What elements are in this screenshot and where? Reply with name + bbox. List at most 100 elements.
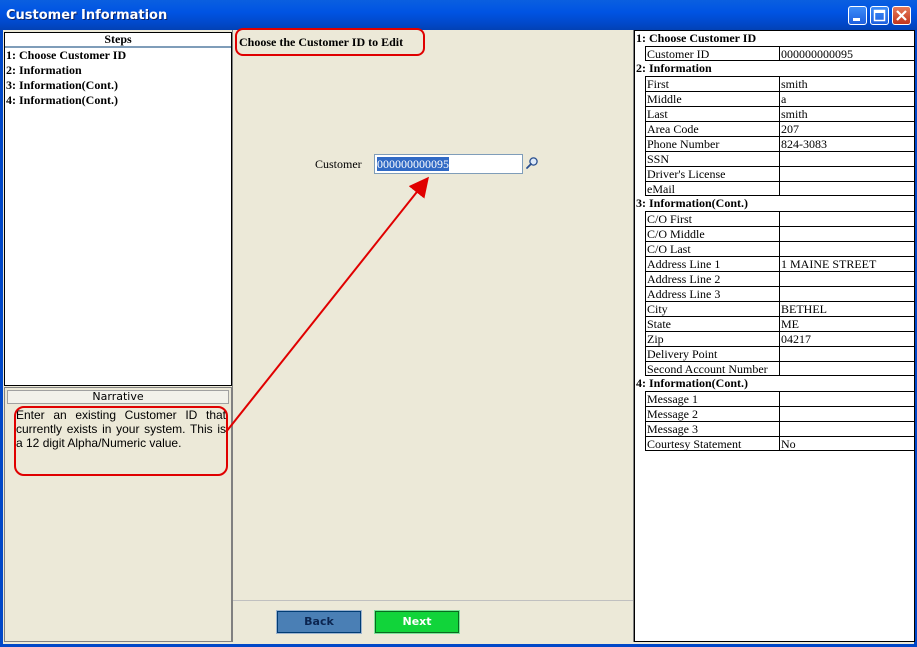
- window-titlebar: Customer Information: [0, 0, 917, 30]
- summary-row: Message 3: [645, 421, 915, 436]
- summary-value: BETHEL: [779, 301, 915, 316]
- summary-key: SSN: [645, 151, 779, 166]
- summary-row: First smith: [645, 76, 915, 91]
- summary-key: First: [645, 76, 779, 91]
- summary-value: [779, 181, 915, 196]
- summary-value: smith: [779, 106, 915, 121]
- summary-row: Address Line 11 MAINE STREET: [645, 256, 915, 271]
- summary-row: Driver's License: [645, 166, 915, 181]
- page-title: Choose the Customer ID to Edit: [239, 35, 404, 49]
- step-information-cont-1[interactable]: 3: Information(Cont.): [5, 78, 231, 93]
- close-icon[interactable]: [892, 6, 911, 25]
- summary-key: eMail: [645, 181, 779, 196]
- summary-row: City BETHEL: [645, 301, 915, 316]
- summary-row: SSN: [645, 151, 915, 166]
- summary-key: Phone Number: [645, 136, 779, 151]
- summary-value: a: [779, 91, 915, 106]
- step-information-cont-2[interactable]: 4: Information(Cont.): [5, 93, 231, 108]
- summary-key: Message 2: [645, 406, 779, 421]
- summary-row: Address Line 2: [645, 271, 915, 286]
- summary-value: [779, 211, 915, 226]
- summary-key: Message 1: [645, 391, 779, 406]
- button-bar: Back Next: [233, 600, 633, 643]
- summary-row: Second Account Number: [645, 361, 915, 376]
- summary-value: 824-3083: [779, 136, 915, 151]
- summary-value: [779, 361, 915, 376]
- summary-section-title: 1: Choose Customer ID: [636, 31, 757, 45]
- summary-value: [779, 151, 915, 166]
- summary-key: Area Code: [645, 121, 779, 136]
- summary-key: Address Line 2: [645, 271, 779, 286]
- summary-key: Second Account Number: [645, 361, 779, 376]
- narrative-header: Narrative: [7, 390, 229, 404]
- summary-row: Customer ID 000000000095: [645, 46, 915, 61]
- summary-panel: 1: Choose Customer ID Customer ID 0000000…: [634, 30, 915, 642]
- summary-value: 000000000095: [779, 46, 915, 61]
- summary-row: Courtesy Statement No: [645, 436, 915, 451]
- summary-key: State: [645, 316, 779, 331]
- magnifier-icon[interactable]: [525, 156, 539, 170]
- summary-value: [779, 421, 915, 436]
- main-panel: Choose the Customer ID to Edit Customer …: [232, 28, 634, 643]
- summary-value: ME: [779, 316, 915, 331]
- customer-id-value: 000000000095: [377, 157, 449, 171]
- summary-key: C/O Middle: [645, 226, 779, 241]
- summary-key: Driver's License: [645, 166, 779, 181]
- summary-row: Zip 04217: [645, 331, 915, 346]
- summary-row: Middle a: [645, 91, 915, 106]
- summary-key: Last: [645, 106, 779, 121]
- summary-key: C/O Last: [645, 241, 779, 256]
- summary-section-title: 4: Information(Cont.): [636, 376, 748, 390]
- summary-key: Zip: [645, 331, 779, 346]
- summary-value: [779, 346, 915, 361]
- summary-value: [779, 406, 915, 421]
- summary-value: 207: [779, 121, 915, 136]
- summary-value: [779, 391, 915, 406]
- customer-label: Customer: [315, 157, 362, 171]
- summary-value: 04217: [779, 331, 915, 346]
- summary-key: Middle: [645, 91, 779, 106]
- summary-value: [779, 226, 915, 241]
- summary-key: Customer ID: [645, 46, 779, 61]
- summary-row: Delivery Point: [645, 346, 915, 361]
- summary-row: Message 2: [645, 406, 915, 421]
- summary-value: [779, 286, 915, 301]
- step-information[interactable]: 2: Information: [5, 63, 231, 78]
- maximize-icon[interactable]: [870, 6, 889, 25]
- summary-value: [779, 166, 915, 181]
- summary-value: No: [779, 436, 915, 451]
- narrative-callout: [14, 406, 228, 476]
- summary-row: C/O First: [645, 211, 915, 226]
- next-button[interactable]: Next: [374, 610, 460, 634]
- summary-value: 1 MAINE STREET: [779, 256, 915, 271]
- summary-value: [779, 271, 915, 286]
- customer-id-input[interactable]: 000000000095: [374, 154, 523, 174]
- summary-row: Address Line 3: [645, 286, 915, 301]
- summary-key: C/O First: [645, 211, 779, 226]
- summary-row: Message 1: [645, 391, 915, 406]
- summary-row: Last smith: [645, 106, 915, 121]
- minimize-icon[interactable]: [848, 6, 867, 25]
- summary-key: City: [645, 301, 779, 316]
- summary-section-title: 2: Information: [636, 61, 712, 75]
- summary-key: Message 3: [645, 421, 779, 436]
- steps-panel: Steps 1: Choose Customer ID 2: Informati…: [4, 32, 232, 386]
- summary-key: Address Line 3: [645, 286, 779, 301]
- summary-key: Delivery Point: [645, 346, 779, 361]
- narrative-panel: Narrative Enter an existing Customer ID …: [4, 387, 232, 642]
- summary-section-title: 3: Information(Cont.): [636, 196, 748, 210]
- summary-value: smith: [779, 76, 915, 91]
- summary-row: Area Code 207: [645, 121, 915, 136]
- step-choose-customer-id[interactable]: 1: Choose Customer ID: [5, 48, 231, 63]
- summary-row: C/O Last: [645, 241, 915, 256]
- summary-row: C/O Middle: [645, 226, 915, 241]
- steps-header: Steps: [5, 33, 231, 48]
- back-button[interactable]: Back: [276, 610, 362, 634]
- summary-row: State ME: [645, 316, 915, 331]
- summary-value: [779, 241, 915, 256]
- summary-key: Courtesy Statement: [645, 436, 779, 451]
- summary-key: Address Line 1: [645, 256, 779, 271]
- summary-row: eMail: [645, 181, 915, 196]
- summary-row: Phone Number 824-3083: [645, 136, 915, 151]
- window-title: Customer Information: [6, 8, 168, 23]
